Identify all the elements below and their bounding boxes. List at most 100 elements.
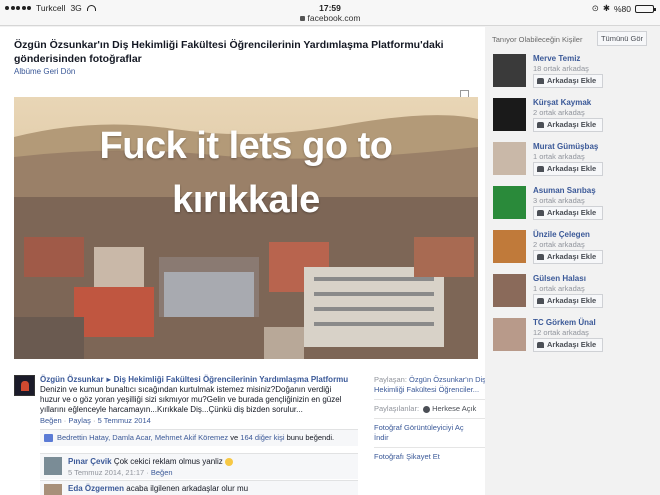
suggested-person: Kürşat Kaymak 2 ortak arkadaş Arkadaşı Ekl… xyxy=(493,98,653,134)
report-photo-link[interactable]: Fotoğrafı Şikayet Et xyxy=(374,452,492,462)
mutual-friends-count[interactable]: 12 ortak arkadaş xyxy=(533,328,589,337)
shared-by-label: Paylaşan: xyxy=(374,375,407,384)
globe-icon xyxy=(423,405,431,413)
person-name[interactable]: Kürşat Kaymak xyxy=(533,98,591,107)
comment-content: Pınar Çevik Çok cekici reklam olmus yanl… xyxy=(68,457,233,466)
person-name[interactable]: Merve Temiz xyxy=(533,54,580,63)
commenter-avatar[interactable] xyxy=(44,484,62,495)
photo-options-panel: Paylaşan: Özgün Özsunkar'ın Diş Hekimliğ… xyxy=(374,375,492,462)
url-text: facebook.com xyxy=(307,13,361,23)
post-photo[interactable]: Fuck it lets go to kırıkkale xyxy=(14,97,478,359)
add-friend-button[interactable]: Arkadaşı Ekle xyxy=(533,294,603,308)
add-friend-button[interactable]: Arkadaşı Ekle xyxy=(533,206,603,220)
add-friend-button[interactable]: Arkadaşı Ekle xyxy=(533,250,603,264)
likes-suffix: bunu beğendi. xyxy=(286,433,335,442)
audience-row: Paylaşılanlar: Herkese Açık xyxy=(374,404,492,419)
comment-content: Eda Özgermen acaba ilgilenen arkadaşlar … xyxy=(68,484,248,493)
add-friend-icon xyxy=(537,298,544,304)
comment-item: Eda Özgermen acaba ilgilenen arkadaşlar … xyxy=(40,480,358,495)
bluetooth-icon: ✱ xyxy=(602,3,610,13)
person-name[interactable]: Murat Gümüşbaş xyxy=(533,142,598,151)
commenter-name[interactable]: Eda Özgermen xyxy=(68,484,124,493)
add-friend-icon xyxy=(537,166,544,172)
mutual-friends-count[interactable]: 2 ortak arkadaş xyxy=(533,108,585,117)
suggested-person: TC Görkem Ünal 12 ortak arkadaş Arkadaşı E… xyxy=(493,318,653,354)
arrow-icon: ▸ xyxy=(106,375,111,384)
likes-summary: Bedrettin Hatay, Damla Acar, Mehmet Akif… xyxy=(40,429,358,446)
add-friend-button[interactable]: Arkadaşı Ekle xyxy=(533,162,603,176)
post-header: Özgün Özsunkar ▸ Diş Hekimliği Fakültesi Ö… xyxy=(40,375,350,385)
view-full-link[interactable]: Fotoğraf Görüntüleyiciyi Aç xyxy=(374,423,492,433)
commenter-name[interactable]: Pınar Çevik xyxy=(68,457,112,466)
add-friend-label: Arkadaşı Ekle xyxy=(547,340,597,349)
audience-value: Herkese Açık xyxy=(432,404,477,413)
meme-caption-line1: Fuck it lets go to xyxy=(99,125,393,167)
album-title[interactable]: Özgün Özsunkar'ın Diş Hekimliği Fakültes… xyxy=(14,38,474,66)
comment-like-link[interactable]: Beğen xyxy=(151,468,173,477)
share-link[interactable]: Paylaş xyxy=(68,416,91,425)
commenter-avatar[interactable] xyxy=(44,457,62,475)
mutual-friends-count[interactable]: 1 ortak arkadaş xyxy=(533,284,585,293)
person-name[interactable]: Gülsen Halası xyxy=(533,274,586,283)
add-friend-label: Arkadaşı Ekle xyxy=(547,296,597,305)
add-friend-label: Arkadaşı Ekle xyxy=(547,208,597,217)
see-all-button[interactable]: Tümünü Gör xyxy=(597,31,647,46)
post-date-link[interactable]: 5 Temmuz 2014 xyxy=(98,416,151,425)
lock-icon xyxy=(299,16,305,21)
download-link[interactable]: İndir xyxy=(374,433,492,448)
post-text: Denizin ve kumun bunaltıcı sıcağından ku… xyxy=(40,385,342,414)
other-likers-link[interactable]: 164 diğer kişi xyxy=(240,433,284,442)
person-avatar[interactable] xyxy=(493,230,526,263)
mutual-friends-count[interactable]: 1 ortak arkadaş xyxy=(533,152,585,161)
add-friend-icon xyxy=(537,122,544,128)
add-friend-button[interactable]: Arkadaşı Ekle xyxy=(533,338,603,352)
comment-item: Pınar Çevik Çok cekici reklam olmus yanl… xyxy=(40,453,358,479)
add-friend-icon xyxy=(537,210,544,216)
add-friend-label: Arkadaşı Ekle xyxy=(547,76,597,85)
likers-link[interactable]: Bedrettin Hatay, Damla Acar, Mehmet Akif… xyxy=(57,433,228,442)
ios-status-bar: Turkcell 3G 17:59 facebook.com ⊙ ✱ %80 xyxy=(0,0,660,26)
person-name[interactable]: Asuman Sarıbaş xyxy=(533,186,596,195)
add-friend-icon xyxy=(537,254,544,260)
photo-viewer-main: Özgün Özsunkar'ın Diş Hekimliği Fakültes… xyxy=(0,27,492,495)
group-link[interactable]: Diş Hekimliği Fakültesi Öğrencilerinin Y… xyxy=(114,375,349,384)
person-avatar[interactable] xyxy=(493,318,526,351)
add-friend-label: Arkadaşı Ekle xyxy=(547,120,597,129)
battery-percent: %80 xyxy=(613,3,631,14)
person-avatar[interactable] xyxy=(493,54,526,87)
add-friend-icon xyxy=(537,78,544,84)
mutual-friends-count[interactable]: 18 ortak arkadaş xyxy=(533,64,589,73)
like-link[interactable]: Beğen xyxy=(40,416,62,425)
suggested-person: Asuman Sarıbaş 3 ortak arkadaş Arkadaşı Ek… xyxy=(493,186,653,222)
comment-date[interactable]: 5 Temmuz 2014, 21:17 xyxy=(68,468,144,477)
suggestions-header: Tanıyor Olabileceğin Kişiler xyxy=(492,35,583,44)
audience-label: Paylaşılanlar: xyxy=(374,404,420,413)
add-friend-button[interactable]: Arkadaşı Ekle xyxy=(533,118,603,132)
suggested-person: Murat Gümüşbaş 1 ortak arkadaş Arkadaşı Ek… xyxy=(493,142,653,178)
battery-info: ⊙ ✱ %80 xyxy=(591,3,656,14)
meme-caption-line2: kırıkkale xyxy=(172,179,320,221)
person-name[interactable]: TC Görkem Ünal xyxy=(533,318,596,327)
person-avatar[interactable] xyxy=(493,142,526,175)
author-link[interactable]: Özgün Özsunkar xyxy=(40,375,104,384)
author-avatar[interactable] xyxy=(14,375,35,396)
comment-meta: 5 Temmuz 2014, 21:17 · Beğen xyxy=(68,468,173,477)
likes-connector: ve xyxy=(230,433,239,442)
address-bar[interactable]: facebook.com xyxy=(0,13,660,23)
people-you-may-know: Tanıyor Olabileceğin Kişiler Tümünü Gör … xyxy=(485,27,660,495)
add-friend-label: Arkadaşı Ekle xyxy=(547,164,597,173)
person-avatar[interactable] xyxy=(493,186,526,219)
mutual-friends-count[interactable]: 2 ortak arkadaş xyxy=(533,240,585,249)
add-friend-button[interactable]: Arkadaşı Ekle xyxy=(533,74,603,88)
mutual-friends-count[interactable]: 3 ortak arkadaş xyxy=(533,196,585,205)
comment-text: acaba ilgilenen arkadaşlar olur mu xyxy=(126,484,249,493)
smiley-emoji-icon xyxy=(224,457,233,466)
clock: 17:59 xyxy=(319,3,341,13)
person-avatar[interactable] xyxy=(493,274,526,307)
back-to-album-link[interactable]: Albüme Geri Dön xyxy=(14,67,75,76)
person-avatar[interactable] xyxy=(493,98,526,131)
battery-icon xyxy=(635,4,656,13)
orientation-lock-icon: ⊙ xyxy=(591,3,599,13)
person-name[interactable]: Ünzile Çelegen xyxy=(533,230,590,239)
suggested-person: Gülsen Halası 1 ortak arkadaş Arkadaşı Ekl… xyxy=(493,274,653,310)
